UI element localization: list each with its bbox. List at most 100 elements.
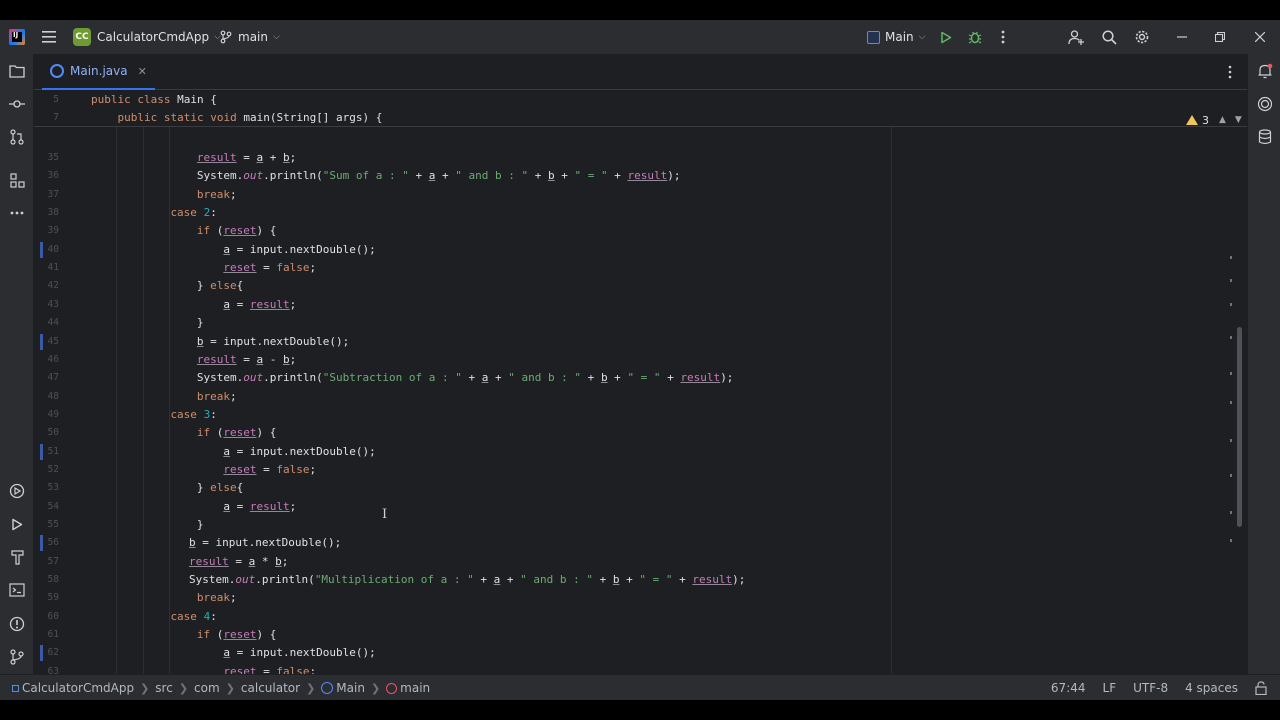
code-line[interactable]: 35 result = a + b; xyxy=(34,149,1224,167)
branch-selector[interactable]: main ⌵ xyxy=(220,20,280,54)
close-window-icon[interactable] xyxy=(1249,26,1271,48)
chevron-down-icon: ⌵ xyxy=(918,32,926,42)
caret-position[interactable]: 67:44 xyxy=(1051,681,1086,695)
version-control-icon[interactable] xyxy=(6,646,28,668)
project-folder-icon[interactable] xyxy=(6,60,28,82)
code-line[interactable]: 39 if (reset) { xyxy=(34,222,1224,240)
previous-highlight-icon[interactable]: ▲ xyxy=(1219,115,1226,125)
code-line[interactable]: 61 if (reset) { xyxy=(34,626,1224,644)
code-line[interactable]: 63 reset = false; xyxy=(34,663,1224,674)
services-icon[interactable] xyxy=(6,480,28,502)
line-number: 40 xyxy=(47,243,59,255)
restore-icon[interactable] xyxy=(1209,26,1231,48)
vertical-scrollbar[interactable] xyxy=(1237,327,1242,527)
code-with-me-icon[interactable] xyxy=(1065,26,1087,48)
code-text: b = input.nextDouble(); xyxy=(188,536,342,550)
run-config-name: Main xyxy=(885,30,914,44)
code-line[interactable]: 47 System.out.println("Subtraction of a :… xyxy=(34,369,1224,387)
module-icon xyxy=(12,684,19,692)
code-line[interactable]: 59 break; xyxy=(34,589,1224,607)
code-line[interactable]: 45 b = input.nextDouble(); xyxy=(34,333,1224,351)
search-icon[interactable] xyxy=(1098,26,1120,48)
code-line[interactable]: 56 b = input.nextDouble(); xyxy=(34,534,1224,552)
code-editor[interactable]: 5 public class Main {7 public static void … xyxy=(34,91,1247,674)
breadcrumb-project[interactable]: CalculatorCmdApp xyxy=(22,681,134,695)
file-encoding[interactable]: UTF-8 xyxy=(1133,681,1168,695)
breadcrumb-main-class[interactable]: Main xyxy=(336,681,365,695)
commit-icon[interactable] xyxy=(6,93,28,115)
error-stripe-mark xyxy=(1230,256,1232,259)
code-line[interactable]: 49 case 3: xyxy=(34,406,1224,424)
code-line[interactable]: 53} else{ xyxy=(34,479,1224,497)
read-only-lock-icon[interactable] xyxy=(1250,677,1272,699)
code-line[interactable]: 62 a = input.nextDouble(); xyxy=(34,644,1224,662)
code-text: System.out.println("Subtraction of a : "… xyxy=(196,371,734,385)
inspection-widget[interactable]: 3 ▲ ▼ xyxy=(1186,112,1242,128)
breadcrumb-calculator[interactable]: calculator xyxy=(241,681,300,695)
more-tool-windows-icon[interactable] xyxy=(6,202,28,224)
minimize-icon[interactable] xyxy=(1171,26,1193,48)
title-bar: IJ CC CalculatorCmdApp ⌵ main ⌵ Main ⌵ xyxy=(0,20,1280,54)
more-actions-icon[interactable] xyxy=(992,26,1014,48)
code-line[interactable]: 54 a = result; xyxy=(34,498,1224,516)
code-line[interactable]: 51 a = input.nextDouble(); xyxy=(34,443,1224,461)
project-selector[interactable]: CC CalculatorCmdApp ⌵ xyxy=(73,20,221,54)
database-icon[interactable] xyxy=(1254,126,1276,148)
close-tab-icon[interactable]: ✕ xyxy=(138,65,147,78)
code-line[interactable]: 52 reset = false; xyxy=(34,461,1224,479)
indent-guide xyxy=(142,127,144,674)
notifications-bell-icon[interactable] xyxy=(1254,60,1276,82)
code-line[interactable]: 40 a = input.nextDouble(); xyxy=(34,241,1224,259)
breadcrumb-src[interactable]: src xyxy=(155,681,173,695)
code-line[interactable]: 43 a = result; xyxy=(34,296,1224,314)
error-stripe-mark xyxy=(1230,439,1232,442)
error-stripe-mark xyxy=(1230,474,1232,477)
code-text: a = result; xyxy=(223,499,297,513)
code-line[interactable]: 58 System.out.println("Multiplication of … xyxy=(34,571,1224,589)
indent-setting[interactable]: 4 spaces xyxy=(1185,681,1238,695)
modified-line-marker xyxy=(40,535,43,552)
code-text: case 2: xyxy=(170,206,217,220)
code-line[interactable]: 60 case 4: xyxy=(34,608,1224,626)
terminal-icon[interactable] xyxy=(6,579,28,601)
code-text: } else{ xyxy=(196,481,244,495)
tab-main-java[interactable]: Main.java ✕ xyxy=(42,54,155,90)
sticky-line[interactable]: 7 public static void main(String[] args) … xyxy=(34,109,1224,127)
code-text: break; xyxy=(196,187,237,201)
sticky-line[interactable]: 5 public class Main { xyxy=(34,91,1224,109)
run-tool-icon[interactable] xyxy=(6,513,28,535)
code-line[interactable]: 57 result = a * b; xyxy=(34,553,1224,571)
pull-requests-icon[interactable] xyxy=(6,126,28,148)
next-highlight-icon[interactable]: ▼ xyxy=(1235,115,1242,125)
run-icon[interactable] xyxy=(935,26,957,48)
structure-icon[interactable] xyxy=(6,169,28,191)
code-line[interactable]: 55} xyxy=(34,516,1224,534)
code-text: System.out.println("Sum of a : " + a + "… xyxy=(196,169,681,183)
run-config-selector[interactable]: Main ⌵ xyxy=(867,20,925,54)
line-number: 37 xyxy=(47,188,59,200)
code-line[interactable]: 42} else{ xyxy=(34,277,1224,295)
warning-count: 3 xyxy=(1202,113,1209,127)
code-line[interactable]: 36 System.out.println("Sum of a : " + a +… xyxy=(34,167,1224,185)
line-number: 46 xyxy=(47,353,59,365)
breadcrumb-com[interactable]: com xyxy=(194,681,220,695)
settings-gear-icon[interactable] xyxy=(1131,26,1153,48)
tab-options-icon[interactable] xyxy=(1219,61,1241,83)
line-separator[interactable]: LF xyxy=(1103,681,1117,695)
code-line[interactable]: 46 result = a - b; xyxy=(34,351,1224,369)
main-menu-icon[interactable] xyxy=(38,26,60,48)
debug-icon[interactable] xyxy=(964,26,986,48)
code-line[interactable]: 37 break; xyxy=(34,186,1224,204)
left-tool-strip xyxy=(0,54,34,674)
code-line[interactable]: 44} xyxy=(34,314,1224,332)
code-text: if (reset) { xyxy=(196,224,277,238)
code-line[interactable]: 41 reset = false; xyxy=(34,259,1224,277)
code-line[interactable]: 48 break; xyxy=(34,388,1224,406)
ai-assistant-icon[interactable] xyxy=(1254,93,1276,115)
build-hammer-icon[interactable] xyxy=(6,546,28,568)
problems-icon[interactable] xyxy=(6,613,28,635)
breadcrumb-main-method[interactable]: main xyxy=(400,681,430,695)
code-line[interactable]: 38 case 2: xyxy=(34,204,1224,222)
code-line[interactable]: 50 if (reset) { xyxy=(34,424,1224,442)
status-widgets: 67:44 LF UTF-8 4 spaces xyxy=(1051,675,1238,700)
